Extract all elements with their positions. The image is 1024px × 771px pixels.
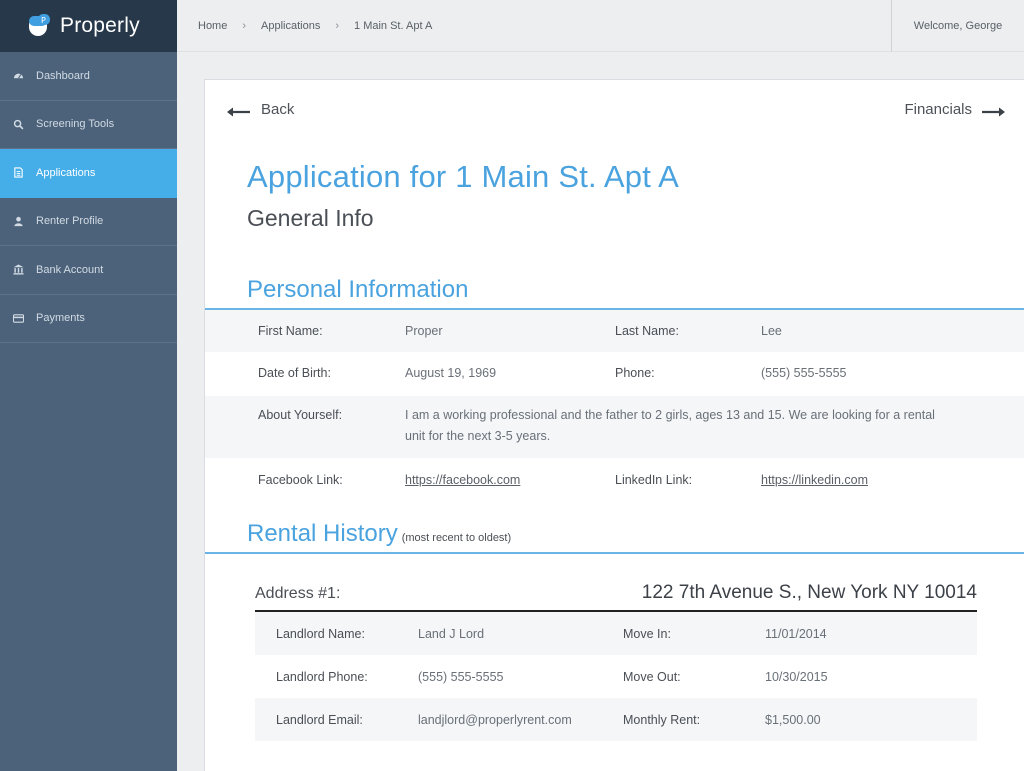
search-icon (13, 119, 24, 130)
sidebar-item-label: Applications (36, 166, 96, 179)
page-title: Application for 1 Main St. Apt A (247, 159, 680, 194)
topbar: Home › Applications › 1 Main St. Apt A W… (177, 0, 1024, 52)
breadcrumb-separator: › (242, 19, 247, 32)
about-value: I am a working professional and the fath… (405, 408, 935, 443)
breadcrumb-home[interactable]: Home (198, 20, 227, 32)
back-label: Back (261, 100, 295, 118)
phone-value: (555) 555-5555 (761, 366, 847, 380)
last-name-label: Last Name: (615, 324, 679, 338)
landlord-row: Landlord Email: landjlord@properlyrent.c… (255, 698, 977, 741)
phone-label: Phone: (615, 366, 655, 380)
arrow-left-icon (227, 104, 250, 117)
landlord-row: Landlord Name: Land J Lord Move In: 11/0… (255, 612, 977, 655)
breadcrumb-current: 1 Main St. Apt A (354, 19, 433, 32)
move-out-label: Move Out: (623, 669, 681, 684)
dob-value: August 19, 1969 (405, 366, 497, 380)
brand[interactable]: P Properly (0, 0, 177, 52)
welcome-user-menu[interactable]: Welcome, George (891, 0, 1024, 52)
landlord-name-value: Land J Lord (418, 626, 485, 641)
rental-history-note: (most recent to oldest) (401, 532, 512, 544)
landlord-phone-value: (555) 555-5555 (418, 669, 504, 684)
move-in-label: Move In: (623, 626, 671, 641)
page-subtitle: General Info (247, 205, 374, 231)
sidebar-item-bank-account[interactable]: Bank Account (0, 246, 177, 295)
first-name-label: First Name: (258, 324, 323, 338)
landlord-row: Landlord Phone: (555) 555-5555 Move Out:… (255, 655, 977, 698)
first-name-value: Proper (405, 324, 443, 338)
facebook-link[interactable]: https://facebook.com (405, 473, 520, 487)
linkedin-link[interactable]: https://linkedin.com (761, 473, 868, 487)
svg-text:P: P (41, 16, 46, 25)
info-row: Facebook Link: https://facebook.com Link… (205, 458, 1024, 500)
breadcrumb-applications[interactable]: Applications (261, 20, 320, 32)
address-value: 122 7th Avenue S., New York NY 10014 (641, 582, 977, 603)
application-card: Back Financials Application for 1 Main S… (204, 79, 1024, 771)
section-divider (205, 552, 1024, 554)
breadcrumb-separator: › (335, 19, 340, 32)
sidebar-item-screening-tools[interactable]: Screening Tools (0, 101, 177, 149)
brand-name: Properly (60, 14, 140, 37)
user-icon (13, 216, 24, 227)
dashboard-icon (13, 70, 24, 81)
sidebar: P Properly Dashboard Screening Tools App… (0, 0, 177, 771)
sidebar-item-label: Renter Profile (36, 215, 104, 228)
rental-history-heading: Rental History (most recent to oldest) (247, 520, 1024, 552)
rental-history-title: Rental History (247, 520, 398, 547)
info-row: About Yourself: I am a working professio… (205, 396, 1024, 458)
document-icon (13, 167, 24, 178)
dob-label: Date of Birth: (258, 366, 331, 380)
last-name-value: Lee (761, 324, 782, 338)
sidebar-item-payments[interactable]: Payments (0, 295, 177, 343)
sidebar-item-label: Screening Tools (36, 118, 115, 131)
facebook-label: Facebook Link: (258, 473, 343, 487)
credit-card-icon (13, 313, 24, 324)
sidebar-item-label: Dashboard (36, 69, 90, 82)
monthly-rent-value: $1,500.00 (765, 712, 821, 727)
sidebar-item-label: Bank Account (36, 263, 104, 276)
linkedin-label: LinkedIn Link: (615, 473, 693, 487)
move-out-value: 10/30/2015 (765, 669, 828, 684)
back-button[interactable]: Back (227, 101, 294, 118)
personal-information-heading: Personal Information (247, 276, 469, 303)
landlord-phone-label: Landlord Phone: (276, 669, 368, 684)
pager: Back Financials (205, 80, 1024, 138)
properly-logo-icon: P (27, 13, 53, 39)
about-label: About Yourself: (258, 408, 343, 422)
move-in-value: 11/01/2014 (765, 626, 827, 641)
sidebar-item-renter-profile[interactable]: Renter Profile (0, 198, 177, 246)
sidebar-item-dashboard[interactable]: Dashboard (0, 52, 177, 101)
sidebar-item-label: Payments (36, 312, 85, 325)
info-row: Date of Birth: August 19, 1969 Phone: (5… (205, 352, 1024, 396)
address-header: Address #1: 122 7th Avenue S., New York … (255, 582, 977, 612)
monthly-rent-label: Monthly Rent: (623, 712, 701, 727)
info-row: First Name: Proper Last Name: Lee (205, 310, 1024, 352)
landlord-email-label: Landlord Email: (276, 712, 363, 727)
address-block: Address #1: 122 7th Avenue S., New York … (255, 582, 977, 741)
address-label: Address #1: (255, 585, 341, 602)
bank-icon (13, 264, 24, 275)
financials-label: Financials (904, 100, 972, 118)
sidebar-item-applications[interactable]: Applications (0, 149, 177, 198)
landlord-name-label: Landlord Name: (276, 626, 365, 641)
breadcrumb: Home › Applications › 1 Main St. Apt A (177, 20, 891, 32)
financials-button[interactable]: Financials (904, 101, 1005, 118)
arrow-right-icon (982, 104, 1005, 117)
landlord-email-value: landjlord@properlyrent.com (418, 712, 572, 727)
